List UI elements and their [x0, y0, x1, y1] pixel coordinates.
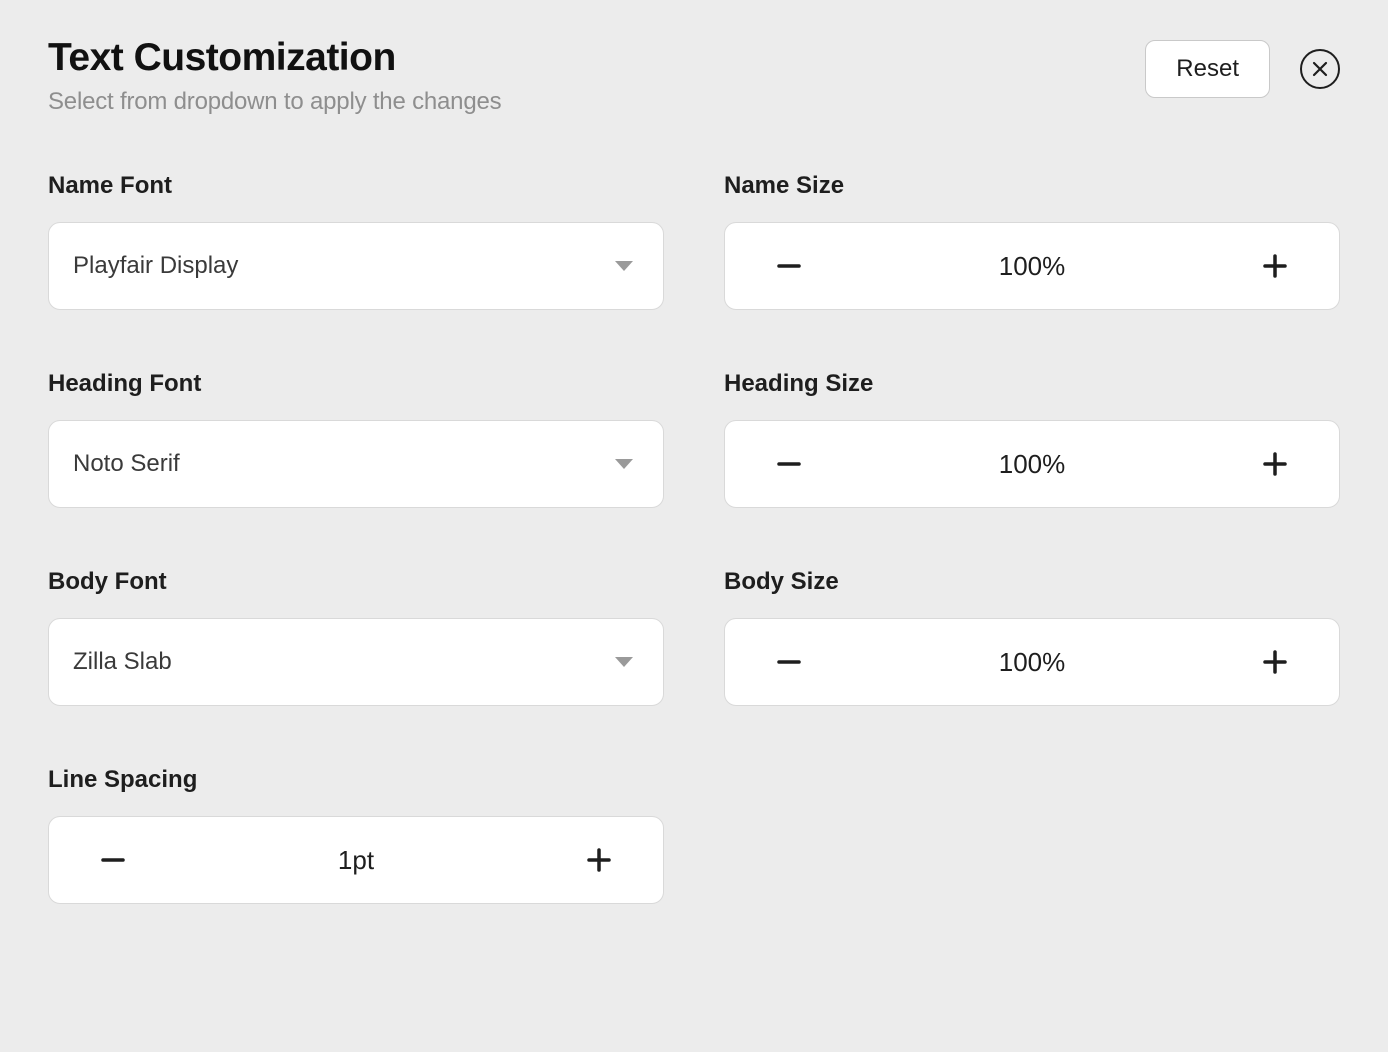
heading-size-label: Heading Size: [724, 370, 1340, 398]
close-button[interactable]: [1300, 49, 1340, 89]
close-icon: [1312, 61, 1328, 77]
name-size-field: Name Size 100%: [724, 172, 1340, 310]
body-font-value: Zilla Slab: [73, 648, 172, 676]
body-font-field: Body Font Zilla Slab: [48, 568, 664, 706]
plus-icon: [1262, 649, 1288, 675]
body-font-label: Body Font: [48, 568, 664, 596]
heading-font-dropdown[interactable]: Noto Serif: [48, 420, 664, 508]
chevron-down-icon: [615, 459, 633, 469]
name-font-label: Name Font: [48, 172, 664, 200]
name-font-value: Playfair Display: [73, 252, 238, 280]
minus-icon: [100, 847, 126, 873]
minus-icon: [776, 451, 802, 477]
plus-icon: [1262, 253, 1288, 279]
name-font-field: Name Font Playfair Display: [48, 172, 664, 310]
name-size-increase-button[interactable]: [1255, 246, 1295, 286]
line-spacing-label: Line Spacing: [48, 766, 664, 794]
heading-font-field: Heading Font Noto Serif: [48, 370, 664, 508]
minus-icon: [776, 649, 802, 675]
heading-size-decrease-button[interactable]: [769, 444, 809, 484]
header-text: Text Customization Select from dropdown …: [48, 36, 501, 116]
line-spacing-value: 1pt: [338, 845, 374, 876]
name-size-value: 100%: [999, 251, 1066, 282]
body-size-stepper: 100%: [724, 618, 1340, 706]
name-font-dropdown[interactable]: Playfair Display: [48, 222, 664, 310]
heading-size-stepper: 100%: [724, 420, 1340, 508]
line-spacing-field: Line Spacing 1pt: [48, 766, 664, 904]
name-size-decrease-button[interactable]: [769, 246, 809, 286]
body-size-value: 100%: [999, 647, 1066, 678]
body-size-increase-button[interactable]: [1255, 642, 1295, 682]
page-subtitle: Select from dropdown to apply the change…: [48, 88, 501, 116]
line-spacing-increase-button[interactable]: [579, 840, 619, 880]
heading-size-increase-button[interactable]: [1255, 444, 1295, 484]
line-spacing-stepper: 1pt: [48, 816, 664, 904]
minus-icon: [776, 253, 802, 279]
header-actions: Reset: [1145, 36, 1340, 98]
body-font-dropdown[interactable]: Zilla Slab: [48, 618, 664, 706]
plus-icon: [1262, 451, 1288, 477]
body-size-decrease-button[interactable]: [769, 642, 809, 682]
chevron-down-icon: [615, 261, 633, 271]
body-size-field: Body Size 100%: [724, 568, 1340, 706]
page-title: Text Customization: [48, 36, 501, 80]
chevron-down-icon: [615, 657, 633, 667]
name-size-stepper: 100%: [724, 222, 1340, 310]
header: Text Customization Select from dropdown …: [48, 36, 1340, 116]
name-size-label: Name Size: [724, 172, 1340, 200]
heading-size-value: 100%: [999, 449, 1066, 480]
heading-font-label: Heading Font: [48, 370, 664, 398]
plus-icon: [586, 847, 612, 873]
line-spacing-decrease-button[interactable]: [93, 840, 133, 880]
reset-button[interactable]: Reset: [1145, 40, 1270, 98]
body-size-label: Body Size: [724, 568, 1340, 596]
heading-size-field: Heading Size 100%: [724, 370, 1340, 508]
heading-font-value: Noto Serif: [73, 450, 180, 478]
